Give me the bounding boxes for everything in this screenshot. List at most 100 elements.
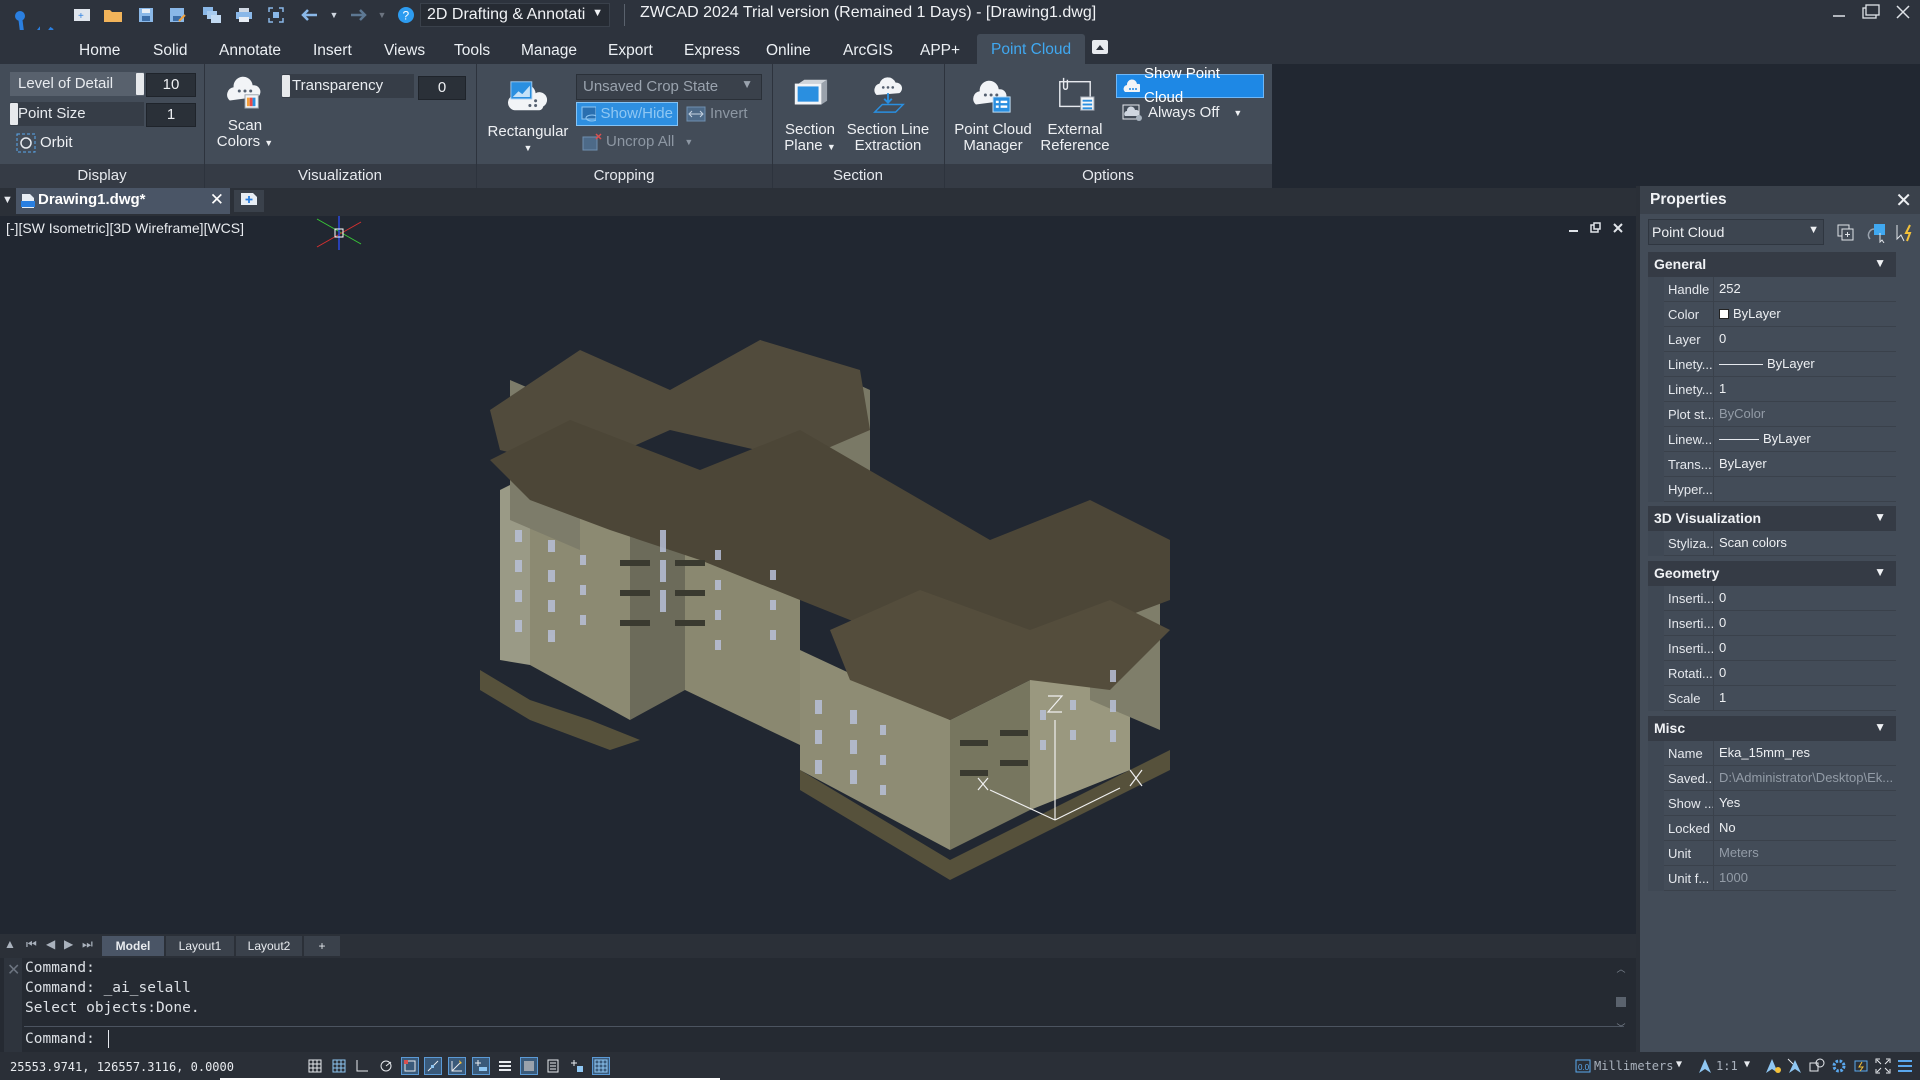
help-icon[interactable]: ? [396,5,416,25]
property-row[interactable]: Unit Meters [1664,841,1896,866]
annotation-scale-icon[interactable] [1696,1057,1714,1075]
add-layout-button[interactable]: + [304,936,340,956]
tab-views[interactable]: Views [384,40,425,64]
last-layout-icon[interactable]: ⏭ [82,937,93,952]
tab-app-plus[interactable]: APP+ [920,40,960,64]
property-value[interactable]: ByLayer [1719,306,1894,321]
section-line-extraction-button[interactable]: Section Line Extraction [846,76,930,154]
viewport-minimize-icon[interactable] [1568,222,1580,237]
point-size-value[interactable]: 1 [146,103,196,127]
property-row[interactable]: Inserti... 0 [1664,586,1896,611]
property-row[interactable]: Show ... Yes [1664,791,1896,816]
property-row[interactable]: Inserti... 0 [1664,611,1896,636]
zoom-extents-icon[interactable] [266,5,286,25]
tab-tools[interactable]: Tools [454,40,490,64]
chevron-down-icon[interactable]: ▼ [1744,1059,1750,1070]
always-off-dropdown[interactable]: Always Off ▼ [1118,101,1242,125]
undo-dropdown-icon[interactable]: ▼ [324,5,344,25]
property-row[interactable]: Plot st... ByColor [1664,402,1896,427]
section-general[interactable]: General ▼ [1648,252,1896,277]
tab-home[interactable]: Home [79,40,120,64]
dynamic-ucs-icon[interactable] [448,1057,466,1075]
property-row[interactable]: Unit f... 1000 [1664,866,1896,891]
drawing-viewport[interactable]: [-][SW Isometric][3D Wireframe][WCS] [0,216,1636,934]
units-icon[interactable]: 0.0 [1574,1057,1592,1075]
annotation-monitor-icon[interactable] [592,1057,610,1075]
scroll-down-icon[interactable]: ﹀ [1614,1021,1628,1034]
previous-layout-icon[interactable]: ◀ [46,937,55,951]
undo-icon[interactable] [300,5,320,25]
layout-scroll-up-icon[interactable]: ▲ [4,937,16,951]
first-layout-icon[interactable]: ⏮ [26,937,37,952]
property-row[interactable]: Linew... ByLayer [1664,427,1896,452]
section-plane-button[interactable]: Section Plane ▼ [778,76,842,155]
quick-select-icon[interactable] [1894,223,1916,243]
level-of-detail-value[interactable]: 10 [146,73,196,97]
section-3d-visualization[interactable]: 3D Visualization ▼ [1648,506,1896,531]
viewport-restore-icon[interactable] [1590,222,1602,237]
slider-thumb[interactable] [136,73,144,95]
property-row[interactable]: Scale 1 [1664,686,1896,711]
close-tab-icon[interactable]: ✕ [210,190,224,210]
tab-point-cloud[interactable]: Point Cloud [977,34,1086,64]
external-reference-button[interactable]: External Reference [1038,76,1112,154]
tab-list-icon[interactable]: ▼ [2,194,13,206]
redo-dropdown-icon[interactable]: ▼ [372,5,392,25]
property-row[interactable]: Trans... ByLayer [1664,452,1896,477]
ortho-mode-icon[interactable] [353,1057,371,1075]
property-value[interactable]: ByLayer [1719,431,1894,446]
viewport-controls-label[interactable]: [-][SW Isometric][3D Wireframe][WCS] [6,220,244,236]
invert-crop-button[interactable]: Invert [682,102,748,126]
transparency-slider[interactable]: Transparency [282,74,414,98]
close-window-button[interactable] [1886,0,1920,28]
close-properties-icon[interactable]: ✕ [1895,188,1912,213]
workspace-dropdown[interactable]: 2D Drafting & Annotati ▼ [420,3,610,27]
lineweight-icon[interactable] [496,1057,514,1075]
tab-manage[interactable]: Manage [521,40,577,64]
open-icon[interactable] [103,5,123,25]
property-row[interactable]: Hyper... [1664,477,1896,502]
tab-arcgis[interactable]: ArcGIS [843,40,893,64]
auto-scale-icon[interactable] [1786,1057,1804,1075]
property-row[interactable]: Handle 252 [1664,277,1896,302]
scroll-up-icon[interactable]: ︿ [1614,962,1628,975]
transparency-toggle-icon[interactable] [520,1057,538,1075]
section-misc[interactable]: Misc ▼ [1648,716,1896,741]
slider-thumb[interactable] [282,75,290,97]
toggle-pickadd-icon[interactable] [1836,223,1858,243]
minimize-button[interactable] [1822,0,1856,28]
command-input[interactable]: Command: [24,1026,1624,1050]
layout-tab-layout2[interactable]: Layout2 [236,936,302,956]
property-row[interactable]: Linety... 1 [1664,377,1896,402]
tab-insert[interactable]: Insert [313,40,352,64]
tab-annotate[interactable]: Annotate [219,40,281,64]
minimize-ribbon-button[interactable] [1092,40,1108,54]
layout-tab-layout1[interactable]: Layout1 [166,936,234,956]
workspace-switch-icon[interactable] [1808,1057,1826,1075]
annotation-scale-value[interactable]: 1:1 [1716,1059,1738,1073]
save-icon[interactable] [136,5,156,25]
uncrop-all-button[interactable]: Uncrop All ▼ [578,130,693,154]
dynamic-input-icon[interactable] [472,1057,490,1075]
orbit-button[interactable]: Orbit [12,131,73,155]
object-snap-icon[interactable] [401,1057,419,1075]
transparency-value[interactable]: 0 [418,76,466,100]
restore-button[interactable] [1854,0,1888,28]
chevron-down-icon[interactable]: ▼ [1676,1059,1682,1070]
hardware-acceleration-icon[interactable] [1852,1057,1870,1075]
tab-solid[interactable]: Solid [153,40,187,64]
property-row[interactable]: Linety... ByLayer [1664,352,1896,377]
property-row[interactable]: Layer 0 [1664,327,1896,352]
new-icon[interactable]: + [72,5,92,25]
show-point-cloud-button[interactable]: Show Point Cloud [1116,65,1264,106]
select-objects-icon[interactable] [1866,223,1888,244]
object-snap-tracking-icon[interactable] [424,1057,442,1075]
save-as-icon[interactable] [168,5,188,25]
property-row[interactable]: Color ByLayer [1664,302,1896,327]
property-row[interactable]: Name Eka_15mm_res [1664,741,1896,766]
fullscreen-icon[interactable] [1874,1057,1892,1075]
object-type-dropdown[interactable]: Point Cloud ▼ [1648,219,1824,245]
level-of-detail-slider[interactable]: Level of Detail [10,72,144,96]
scroll-thumb[interactable] [1616,997,1626,1007]
batch-plot-icon[interactable] [202,5,222,25]
